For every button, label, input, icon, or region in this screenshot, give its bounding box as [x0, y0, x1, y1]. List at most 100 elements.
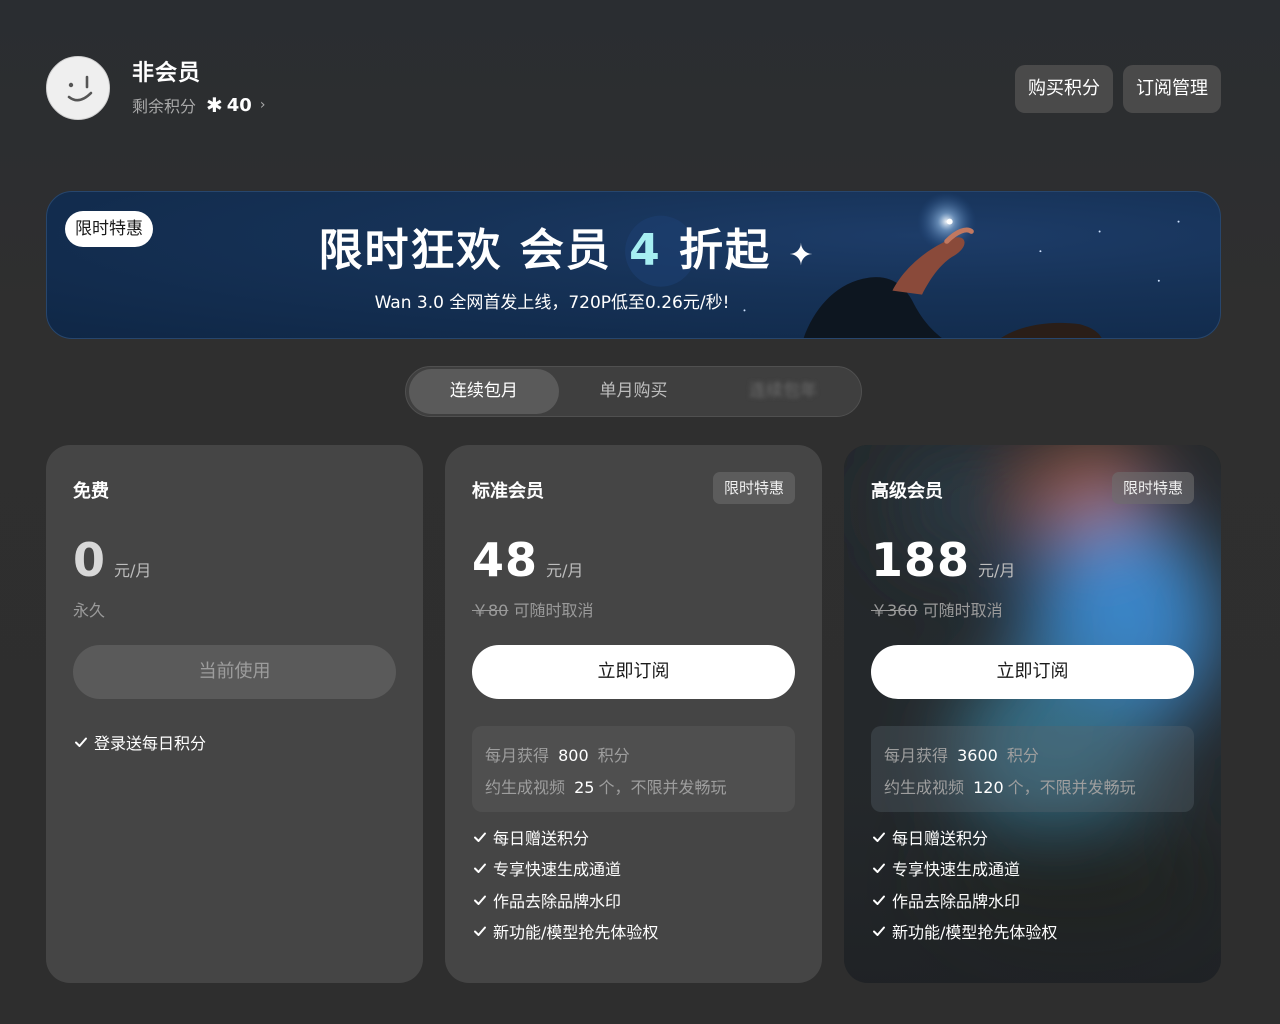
feature-item: 新功能/模型抢先体验权	[871, 916, 1057, 948]
sparkle-icon: ✦	[788, 238, 816, 273]
quota-box: 每月获得 3600 积分 约生成视频 120 个，不限并发畅玩	[871, 726, 1194, 812]
chevron-right-icon: ›	[259, 97, 266, 113]
feature-list: 每日赠送积分 专享快速生成通道 作品去除品牌水印 新功能/模型抢先体验权	[871, 821, 1057, 947]
plan-card-free: 免费 0 元/月 永久 当前使用 登录送每日积分	[46, 445, 423, 983]
feature-item: 专享快速生成通道	[871, 853, 1057, 885]
cancel-note: 可随时取消	[922, 601, 1003, 620]
points-icon: ✱	[206, 93, 223, 117]
price-unit: 元/月	[546, 561, 584, 580]
quota-label: 每月获得	[884, 746, 949, 765]
video-suffix: 个，不限并发畅玩	[1007, 778, 1136, 797]
pricing-page: 非会员 剩余积分 ✱ 40 › 购买积分 订阅管理 限时特惠 限时狂欢 会员 4…	[0, 0, 1280, 1024]
feature-label: 专享快速生成通道	[493, 860, 622, 880]
user-profile: 非会员 剩余积分 ✱ 40 ›	[46, 56, 265, 120]
price-amount: 48	[472, 533, 539, 587]
check-icon	[75, 737, 87, 747]
cancel-note: 可随时取消	[513, 601, 594, 620]
tab-yearly[interactable]: 连续包年	[708, 369, 858, 414]
plan-badge: 限时特惠	[1111, 472, 1194, 504]
quota-unit: 积分	[1006, 746, 1039, 765]
price-amount: 188	[871, 533, 971, 587]
quota-box: 每月获得 800 积分 约生成视频 25 个，不限并发畅玩	[472, 726, 795, 812]
banner-subtitle: Wan 3.0 全网首发上线，720P低至0.26元/秒!	[374, 293, 730, 313]
plan-badge: 限时特惠	[712, 472, 795, 504]
check-icon	[474, 926, 486, 937]
check-icon	[873, 832, 885, 842]
plan-price: 188 元/月	[871, 533, 1015, 587]
banner-title: 限时狂欢 会员 4 折起 ✦	[47, 214, 1087, 278]
points-value: 40	[226, 94, 252, 116]
feature-item: 每日赠送积分	[871, 821, 1057, 853]
original-price: ￥80	[472, 601, 509, 620]
feature-item: 每日赠送积分	[472, 821, 658, 853]
quota-points-line: 每月获得 800 积分	[485, 740, 782, 772]
plan-price: 0 元/月	[73, 533, 151, 587]
check-icon	[873, 926, 885, 937]
quota-video-line: 约生成视频 25 个，不限并发畅玩	[485, 772, 782, 804]
feature-item: 作品去除品牌水印	[472, 884, 658, 916]
check-icon	[474, 895, 486, 905]
points-label: 剩余积分	[132, 97, 197, 116]
video-suffix: 个，不限并发畅玩	[598, 778, 727, 797]
billing-tabs: 连续包月 单月购买 连续包年	[405, 366, 862, 417]
current-plan-button[interactable]: 当前使用	[73, 645, 396, 699]
feature-label: 作品去除品牌水印	[493, 891, 622, 911]
smiley-avatar-icon	[67, 75, 93, 102]
plan-subline: ￥80 可随时取消	[472, 597, 593, 621]
plan-price: 48 元/月	[472, 533, 583, 587]
quota-value: 3600	[957, 746, 998, 765]
points-link[interactable]: 剩余积分 ✱ 40 ›	[132, 93, 265, 117]
quota-unit: 积分	[597, 746, 630, 765]
plan-name: 标准会员	[472, 481, 544, 502]
feature-label: 登录送每日积分	[94, 733, 207, 753]
manage-subscription-button[interactable]: 订阅管理	[1123, 65, 1221, 113]
quota-video-line: 约生成视频 120 个，不限并发畅玩	[884, 772, 1181, 804]
feature-label: 作品去除品牌水印	[892, 891, 1021, 911]
plan-name: 免费	[73, 481, 109, 502]
check-icon	[474, 832, 486, 842]
check-icon	[873, 863, 885, 874]
tab-monthly-auto[interactable]: 连续包月	[409, 369, 559, 414]
original-price: ￥360	[871, 601, 918, 620]
promo-banner[interactable]: 限时特惠 限时狂欢 会员 4 折起 ✦ Wan 3.0 全网首发上线，720P低…	[46, 191, 1221, 339]
video-value: 25	[574, 778, 595, 797]
price-amount: 0	[73, 533, 107, 587]
quota-label: 每月获得	[485, 746, 550, 765]
feature-item: 专享快速生成通道	[472, 853, 658, 885]
plan-card-premium: 高级会员 限时特惠 188 元/月 ￥360 可随时取消 立即订阅 每月获得 3…	[844, 445, 1221, 983]
video-label: 约生成视频	[884, 778, 965, 797]
membership-status: 非会员	[132, 61, 202, 86]
feature-list: 登录送每日积分	[73, 726, 206, 758]
feature-label: 新功能/模型抢先体验权	[493, 923, 659, 943]
feature-item: 登录送每日积分	[73, 726, 206, 758]
video-value: 120	[973, 778, 1004, 797]
plan-subline: ￥360 可随时取消	[871, 597, 1003, 621]
feature-label: 新功能/模型抢先体验权	[892, 923, 1058, 943]
banner-title-part2: 折起	[661, 225, 772, 276]
feature-label: 专享快速生成通道	[892, 860, 1021, 880]
feature-item: 作品去除品牌水印	[871, 884, 1057, 916]
tab-single-month[interactable]: 单月购买	[559, 369, 709, 414]
top-actions: 购买积分 订阅管理	[1015, 65, 1221, 113]
check-icon	[474, 863, 486, 874]
check-icon	[873, 895, 885, 905]
avatar[interactable]	[46, 56, 110, 120]
quota-points-line: 每月获得 3600 积分	[884, 740, 1181, 772]
banner-title-discount: 4	[629, 225, 662, 276]
feature-list: 每日赠送积分 专享快速生成通道 作品去除品牌水印 新功能/模型抢先体验权	[472, 821, 658, 947]
plan-card-content: 高级会员 限时特惠 188 元/月 ￥360 可随时取消 立即订阅 每月获得 3…	[844, 445, 1221, 983]
plan-duration: 永久	[73, 601, 106, 620]
feature-item: 新功能/模型抢先体验权	[472, 916, 658, 948]
subscribe-button[interactable]: 立即订阅	[472, 645, 795, 699]
price-unit: 元/月	[978, 561, 1016, 580]
price-unit: 元/月	[114, 561, 152, 580]
quota-value: 800	[558, 746, 589, 765]
banner-title-part1: 限时狂欢 会员	[318, 225, 630, 276]
feature-label: 每日赠送积分	[493, 828, 590, 848]
plan-name: 高级会员	[871, 481, 943, 502]
video-label: 约生成视频	[485, 778, 566, 797]
buy-points-button[interactable]: 购买积分	[1015, 65, 1113, 113]
plan-card-standard: 标准会员 限时特惠 48 元/月 ￥80 可随时取消 立即订阅 每月获得 800…	[445, 445, 822, 983]
subscribe-button[interactable]: 立即订阅	[871, 645, 1194, 699]
feature-label: 每日赠送积分	[892, 828, 989, 848]
